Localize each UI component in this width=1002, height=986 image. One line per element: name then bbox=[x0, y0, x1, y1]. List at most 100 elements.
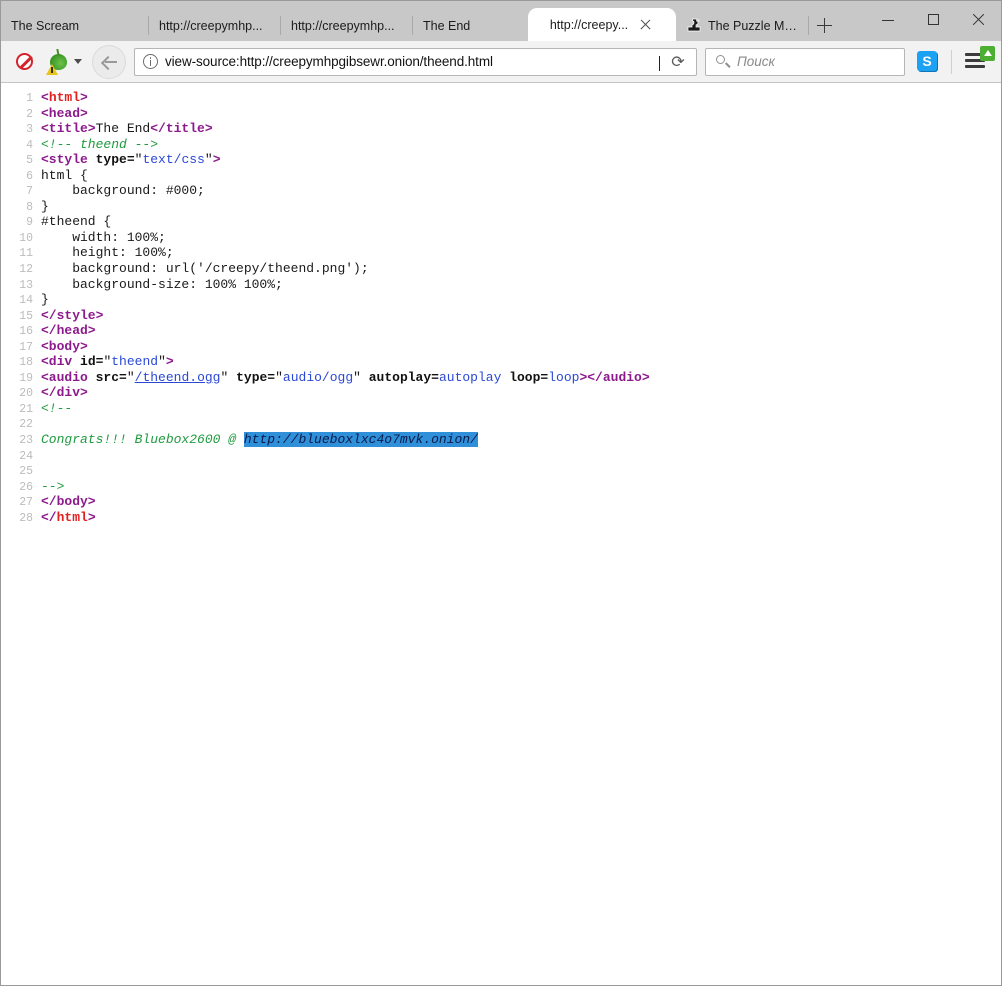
tab-6[interactable]: The Puzzle Ma... bbox=[676, 10, 809, 41]
source-code: 1<html>2<head>3<title>The End</title>4<!… bbox=[1, 90, 1001, 525]
code-token bbox=[72, 354, 80, 369]
source-link[interactable]: /theend.ogg bbox=[135, 370, 221, 385]
code-line: 20</div> bbox=[1, 385, 1001, 401]
code-token: } bbox=[41, 199, 49, 214]
line-content: } bbox=[41, 292, 1001, 308]
tab-close-button[interactable] bbox=[637, 16, 654, 33]
noscript-icon[interactable] bbox=[11, 47, 37, 77]
tab-4[interactable]: The End bbox=[413, 10, 528, 41]
line-number: 13 bbox=[1, 278, 41, 294]
code-token: " bbox=[275, 370, 283, 385]
line-number: 27 bbox=[1, 495, 41, 511]
tab-label: http://creepy... bbox=[550, 18, 628, 32]
code-token: " bbox=[205, 152, 213, 167]
line-content: background: #000; bbox=[41, 183, 1001, 199]
tabs-container: The Scream http://creepymhp... http://cree… bbox=[1, 1, 866, 41]
line-content: #theend { bbox=[41, 214, 1001, 230]
skype-icon[interactable]: S bbox=[917, 51, 939, 73]
code-token: Congrats!!! Bluebox2600 @ bbox=[41, 432, 244, 447]
url-text[interactable]: view-source:http://creepymhpgibsewr.onio… bbox=[165, 54, 662, 69]
code-token: width: 100%; bbox=[41, 230, 166, 245]
code-token: </head> bbox=[41, 323, 96, 338]
tor-onion-icon[interactable] bbox=[45, 47, 71, 77]
tab-label: http://creepymhp... bbox=[159, 19, 263, 33]
code-line: 25 bbox=[1, 463, 1001, 479]
code-line: 17<body> bbox=[1, 339, 1001, 355]
chevron-down-icon[interactable] bbox=[74, 59, 82, 64]
line-content bbox=[41, 463, 1001, 479]
code-token: #theend { bbox=[41, 214, 111, 229]
tab-1[interactable]: The Scream bbox=[1, 10, 149, 41]
code-token: type= bbox=[96, 152, 135, 167]
code-token: <!-- theend --> bbox=[41, 137, 158, 152]
line-number: 26 bbox=[1, 480, 41, 496]
back-button[interactable] bbox=[92, 45, 126, 79]
line-content: </div> bbox=[41, 385, 1001, 401]
code-token: > bbox=[80, 90, 88, 105]
close-window-button[interactable] bbox=[956, 9, 1001, 31]
code-token: audio/ogg bbox=[283, 370, 353, 385]
line-number: 14 bbox=[1, 293, 41, 309]
code-line: 26--> bbox=[1, 479, 1001, 495]
code-line: 12 background: url('/creepy/theend.png')… bbox=[1, 261, 1001, 277]
code-line: 5<style type="text/css"> bbox=[1, 152, 1001, 168]
skype-letter: S bbox=[917, 51, 937, 71]
address-bar[interactable]: view-source:http://creepymhpgibsewr.onio… bbox=[134, 48, 697, 76]
line-number: 4 bbox=[1, 138, 41, 154]
info-circle-icon[interactable] bbox=[143, 54, 158, 69]
code-line: 16</head> bbox=[1, 323, 1001, 339]
browser-window: The Scream http://creepymhp... http://cree… bbox=[0, 0, 1002, 986]
reload-button[interactable]: ⟳ bbox=[666, 50, 690, 74]
search-bar[interactable]: Поиск bbox=[705, 48, 905, 76]
line-number: 15 bbox=[1, 309, 41, 325]
code-token: autoplay= bbox=[369, 370, 439, 385]
code-line: 3<title>The End</title> bbox=[1, 121, 1001, 137]
code-token: <div bbox=[41, 354, 72, 369]
code-token: autoplay bbox=[439, 370, 501, 385]
line-content: <body> bbox=[41, 339, 1001, 355]
line-number: 28 bbox=[1, 511, 41, 527]
code-token: html bbox=[49, 90, 80, 105]
line-number: 12 bbox=[1, 262, 41, 278]
view-source-content[interactable]: 1<html>2<head>3<title>The End</title>4<!… bbox=[1, 83, 1001, 985]
code-line: 14} bbox=[1, 292, 1001, 308]
line-number: 1 bbox=[1, 91, 41, 107]
tab-label: http://creepymhp... bbox=[291, 19, 395, 33]
noscript-ring bbox=[16, 53, 33, 70]
line-number: 7 bbox=[1, 184, 41, 200]
maximize-button[interactable] bbox=[911, 9, 956, 31]
new-tab-button[interactable] bbox=[809, 10, 839, 41]
code-line: 27</body> bbox=[1, 494, 1001, 510]
line-number: 10 bbox=[1, 231, 41, 247]
minimize-button[interactable] bbox=[866, 9, 911, 31]
search-input[interactable]: Поиск bbox=[737, 54, 775, 69]
code-token bbox=[88, 370, 96, 385]
navigation-toolbar: view-source:http://creepymhpgibsewr.onio… bbox=[1, 41, 1001, 83]
code-line: 24 bbox=[1, 448, 1001, 464]
code-line: 19<audio src="/theend.ogg" type="audio/o… bbox=[1, 370, 1001, 386]
code-line: 2<head> bbox=[1, 106, 1001, 122]
line-number: 20 bbox=[1, 386, 41, 402]
code-token: src= bbox=[96, 370, 127, 385]
line-content: </head> bbox=[41, 323, 1001, 339]
line-number: 5 bbox=[1, 153, 41, 169]
code-token: html { bbox=[41, 168, 88, 183]
tab-5[interactable]: http://creepy... bbox=[528, 8, 676, 41]
line-content: </style> bbox=[41, 308, 1001, 324]
hamburger-menu-button[interactable] bbox=[962, 48, 992, 76]
code-token: " bbox=[353, 370, 369, 385]
tab-2[interactable]: http://creepymhp... bbox=[149, 10, 281, 41]
line-content: <style type="text/css"> bbox=[41, 152, 1001, 168]
code-token: < bbox=[41, 90, 49, 105]
code-line: 10 width: 100%; bbox=[1, 230, 1001, 246]
line-number: 6 bbox=[1, 169, 41, 185]
line-content: width: 100%; bbox=[41, 230, 1001, 246]
line-content: <audio src="/theend.ogg" type="audio/ogg… bbox=[41, 370, 1001, 386]
line-number: 9 bbox=[1, 215, 41, 231]
line-number: 22 bbox=[1, 417, 41, 433]
code-line: 1<html> bbox=[1, 90, 1001, 106]
code-token: > bbox=[213, 152, 221, 167]
code-token: --> bbox=[41, 479, 64, 494]
tab-3[interactable]: http://creepymhp... bbox=[281, 10, 413, 41]
line-number: 23 bbox=[1, 433, 41, 449]
